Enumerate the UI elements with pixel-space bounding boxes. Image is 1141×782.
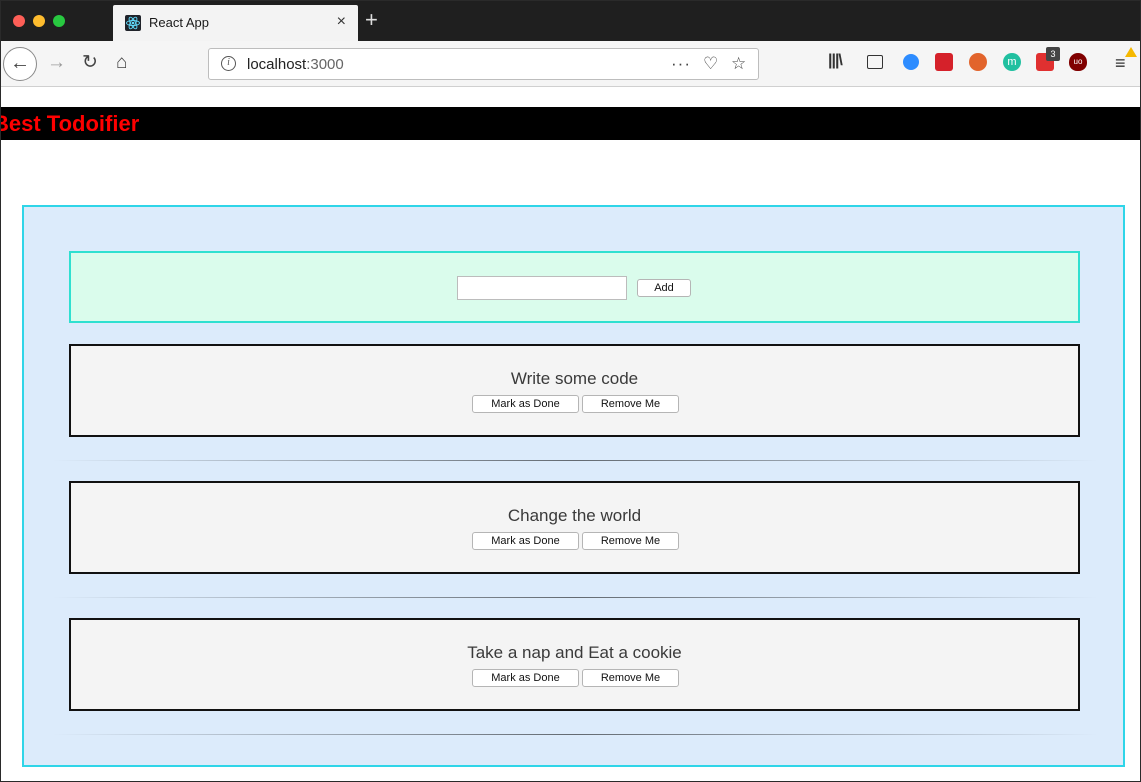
m-extension-icon[interactable]: m [1003, 53, 1021, 71]
back-arrow-icon[interactable]: ← [3, 47, 37, 81]
more-actions-icon[interactable]: ··· [671, 54, 691, 74]
remove-button[interactable]: Remove Me [582, 532, 679, 550]
info-icon[interactable]: i [221, 56, 236, 71]
forward-arrow-icon[interactable]: → [47, 52, 66, 74]
app-header: Best Todoifier [1, 107, 1140, 140]
browser-window: React App × + ← → ↻ ⌂ i localhost:3000 ·… [0, 0, 1141, 782]
navigation-toolbar: ← → ↻ ⌂ i localhost:3000 ··· ♡ ☆ |||\ m … [1, 41, 1140, 87]
tab-bar: React App × + [1, 1, 1140, 41]
library-icon[interactable]: |||\ [828, 52, 846, 70]
react-logo-icon [125, 15, 141, 31]
tab-title: React App [149, 15, 209, 30]
hamburger-menu-icon[interactable]: ≡ [1115, 54, 1126, 72]
new-todo-form: Add [69, 251, 1080, 323]
url-text[interactable]: localhost:3000 [247, 56, 344, 73]
extension-badge: 3 [1046, 47, 1060, 61]
todo-text: Write some code [510, 369, 639, 388]
window-zoom-dot[interactable] [53, 15, 65, 27]
mark-as-done-button[interactable]: Mark as Done [472, 532, 579, 550]
window-minimize-dot[interactable] [33, 15, 45, 27]
window-close-dot[interactable] [13, 15, 25, 27]
todo-item: Write some code Mark as Done Remove Me [69, 344, 1080, 437]
tab-close-icon[interactable]: × [337, 13, 346, 31]
todo-list-container: Add Write some code Mark as Done Remove … [22, 205, 1125, 767]
sidebar-icon[interactable] [867, 55, 883, 69]
url-host: localhost [247, 56, 307, 73]
warning-icon [1125, 47, 1137, 57]
divider [52, 597, 1098, 598]
divider [52, 734, 1098, 735]
add-button[interactable]: Add [637, 279, 691, 297]
home-icon[interactable]: ⌂ [116, 52, 127, 74]
todo-text: Take a nap and Eat a cookie [467, 643, 682, 662]
pocket-icon[interactable]: ♡ [703, 54, 718, 74]
remove-button[interactable]: Remove Me [582, 395, 679, 413]
pencil-extension-icon[interactable] [935, 53, 953, 71]
url-port: :3000 [306, 56, 344, 73]
browser-tab[interactable]: React App × [113, 5, 358, 41]
mark-as-done-button[interactable]: Mark as Done [472, 669, 579, 687]
mark-as-done-button[interactable]: Mark as Done [472, 395, 579, 413]
todo-text: Change the world [507, 506, 642, 525]
reload-icon[interactable]: ↻ [82, 52, 98, 74]
divider [52, 460, 1098, 461]
new-tab-button[interactable]: + [365, 7, 378, 33]
remove-button[interactable]: Remove Me [582, 669, 679, 687]
star-icon[interactable]: ☆ [731, 54, 746, 74]
todo-item: Change the world Mark as Done Remove Me [69, 481, 1080, 574]
new-todo-input[interactable] [457, 276, 627, 300]
app-title: Best Todoifier [0, 111, 140, 136]
todo-item: Take a nap and Eat a cookie Mark as Done… [69, 618, 1080, 711]
zoom-extension-icon[interactable] [903, 54, 919, 70]
url-bar[interactable]: i localhost:3000 ··· ♡ ☆ [208, 48, 759, 80]
ublock-extension-icon[interactable]: uo [1069, 53, 1087, 71]
duckduckgo-extension-icon[interactable] [969, 53, 987, 71]
